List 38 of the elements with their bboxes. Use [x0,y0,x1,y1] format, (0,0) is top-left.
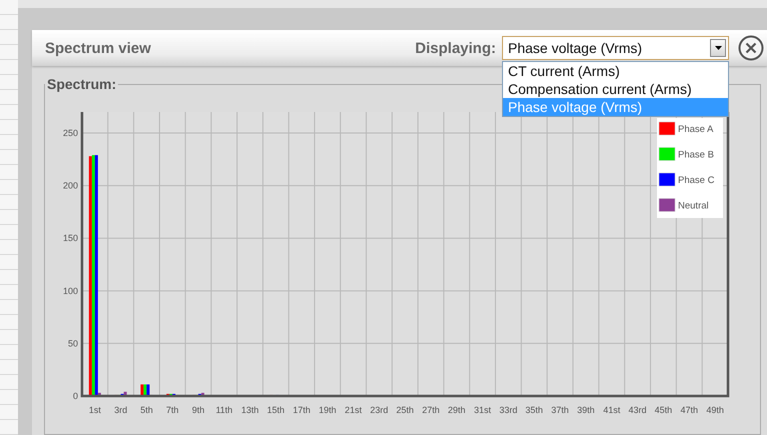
x-tick-label: 21st [344,405,362,415]
x-tick-label: 33rd [499,405,518,415]
x-tick-label: 41st [603,405,620,415]
x-tick-label: 25th [396,405,414,415]
x-tick-label: 49th [706,405,724,415]
x-tick-label: 7th [166,405,179,415]
x-tick-label: 13th [241,405,259,415]
x-tick-label: 39th [577,405,595,415]
x-tick-label: 23rd [370,405,388,415]
x-tick-label: 3rd [114,405,128,415]
x-tick-label: 1st [88,405,101,415]
legend-label: Neutral [678,200,709,212]
legend-label: Phase C [678,175,714,186]
x-tick-label: 45th [654,405,672,415]
x-tick-label: 43rd [628,405,647,415]
panel-legend: Spectrum: [45,76,118,92]
x-tick-label: 31st [474,405,492,415]
y-tick-label: 50 [68,338,78,348]
x-tick-label: 37th [551,405,569,415]
dialog-title: Spectrum view [45,40,152,56]
y-tick-label: 200 [62,180,78,191]
x-tick-label: 35th [525,405,543,415]
legend-label: Phase A [678,124,714,135]
y-tick-label: 150 [62,233,78,244]
y-tick-label: 0 [72,391,78,401]
x-tick-label: 19th [318,405,336,415]
legend-label: Phase B [678,150,714,160]
displaying-label: Displaying: [415,40,496,56]
x-tick-label: 11th [216,405,233,415]
x-tick-label: 29th [448,405,466,415]
x-tick-label: 27th [422,405,440,415]
y-tick-label: 100 [62,286,78,296]
x-tick-label: 17th [292,405,310,415]
x-tick-label: 5th [140,405,153,415]
x-tick-label: 47th [680,405,698,415]
x-tick-label: 9th [192,405,205,415]
y-tick-label: 250 [62,128,78,138]
x-tick-label: 15th [267,405,285,415]
